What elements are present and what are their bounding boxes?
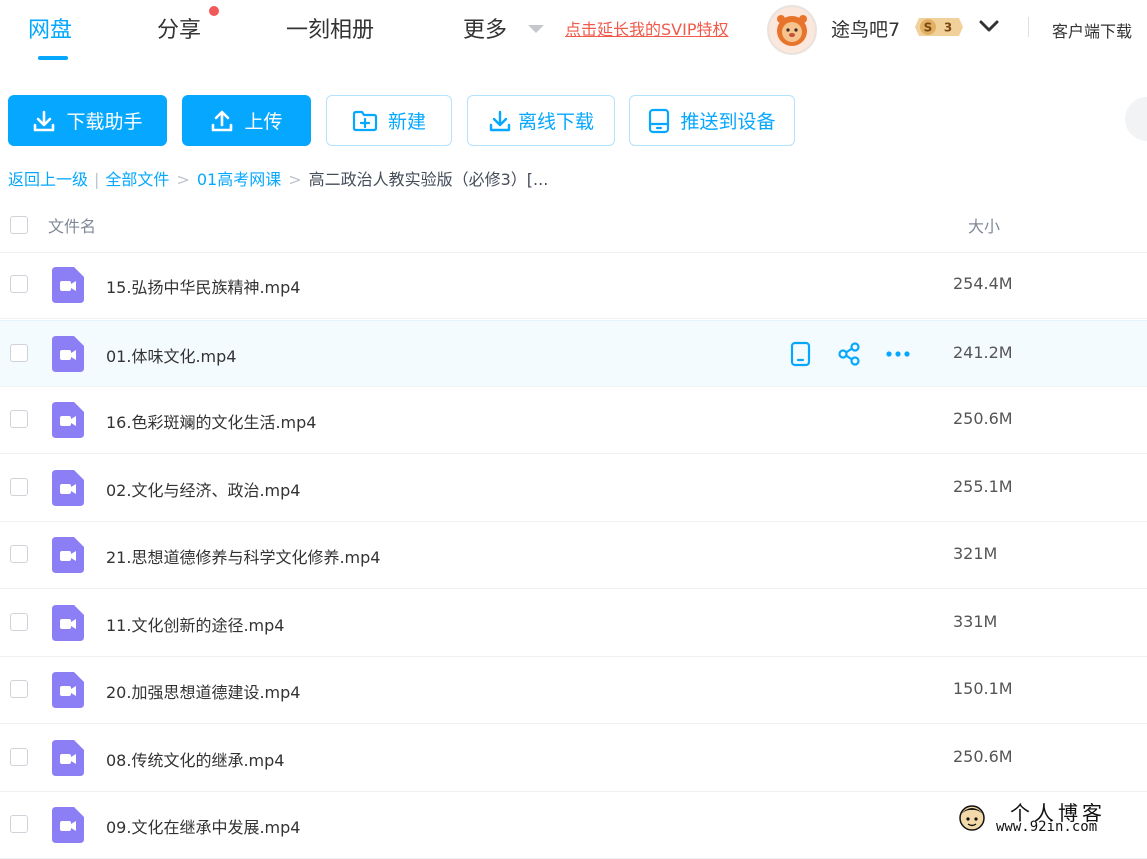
row-checkbox[interactable] [10,748,28,766]
watermark-face-icon [959,805,985,831]
video-file-icon [52,740,84,776]
file-list-header: 文件名 大小 [0,200,1147,253]
avatar[interactable] [767,5,817,55]
column-header-name[interactable]: 文件名 [48,213,96,237]
watermark-url: www.92in.com [996,819,1098,835]
download-icon [32,109,56,133]
file-size: 331M [953,612,998,631]
file-size: 250.6M [953,409,1013,428]
breadcrumb-separator-icon: > [288,170,302,189]
row-checkbox[interactable] [10,815,28,833]
top-nav: 网盘 分享 一刻相册 更多 点击延长我的SVIP特权 途鸟吧7 S 3 客户端下… [0,0,1147,74]
new-folder-button[interactable]: 新建 [326,95,452,146]
file-row[interactable]: 16.色彩斑斓的文化生活.mp4 250.6M [0,387,1147,454]
video-file-icon [52,402,84,438]
svip-level-badge: S 3 [915,18,963,36]
row-checkbox[interactable] [10,478,28,496]
row-checkbox[interactable] [10,344,28,362]
push-to-device-label: 推送到设备 [680,111,776,133]
video-file-icon [52,807,84,843]
active-tab-indicator [38,56,68,60]
file-name[interactable]: 08.传统文化的继承.mp4 [106,747,284,771]
svip-level: 3 [944,21,952,35]
breadcrumb: 返回上一级 | 全部文件 >01高考网课 > 高二政治人教实验版（必修3）[... [8,166,548,190]
avatar-lion-icon [769,7,815,53]
more-tools-button[interactable] [1125,97,1147,141]
file-name[interactable]: 21.思想道德修养与科学文化修养.mp4 [106,544,380,568]
notification-dot [209,6,219,16]
file-size: 150.1M [953,679,1013,698]
video-file-icon [52,605,84,641]
file-row[interactable]: 02.文化与经济、政治.mp4 255.1M [0,455,1147,522]
file-row[interactable]: 15.弘扬中华民族精神.mp4 254.4M [0,252,1147,319]
breadcrumb-divider: | [94,170,100,189]
select-all-checkbox[interactable] [10,216,28,234]
breadcrumb-current: 高二政治人教实验版（必修3）[... [308,170,549,189]
file-name[interactable]: 01.体味文化.mp4 [106,343,236,367]
file-size: 254.4M [953,274,1013,293]
svip-letter: S [924,21,933,35]
row-checkbox[interactable] [10,275,28,293]
file-row[interactable]: 08.传统文化的继承.mp4 250.6M [0,725,1147,792]
tab-netdisk[interactable]: 网盘 [28,12,72,44]
row-checkbox[interactable] [10,680,28,698]
caret-down-icon[interactable] [528,25,544,33]
video-file-icon [52,267,84,303]
share-icon[interactable] [836,341,884,367]
column-header-size[interactable]: 大小 [968,213,1000,237]
file-name[interactable]: 16.色彩斑斓的文化生活.mp4 [106,409,316,433]
file-size: 255.1M [953,477,1013,496]
breadcrumb-folder[interactable]: 01高考网课 [197,170,281,189]
row-actions [788,341,932,367]
file-size: 250.6M [953,747,1013,766]
svip-promo-link[interactable]: 点击延长我的SVIP特权 [565,16,728,40]
file-name[interactable]: 09.文化在继承中发展.mp4 [106,814,300,838]
video-file-icon [52,336,84,372]
push-device-icon[interactable] [788,341,836,367]
file-row[interactable]: 11.文化创新的途径.mp4 331M [0,590,1147,657]
breadcrumb-all-files[interactable]: 全部文件 [105,170,169,189]
more-options-icon[interactable] [884,341,932,367]
file-row[interactable]: 01.体味文化.mp4 241.2M [0,320,1147,387]
row-checkbox[interactable] [10,545,28,563]
chevron-down-icon[interactable] [978,17,1000,35]
video-file-icon [52,672,84,708]
file-row[interactable]: 21.思想道德修养与科学文化修养.mp4 321M [0,522,1147,589]
offline-download-label: 离线下载 [517,111,594,133]
watermark: 个人博客 www.92in.com [952,795,1147,840]
breadcrumb-back-link[interactable]: 返回上一级 [8,170,88,189]
upload-icon [210,109,234,133]
file-size: 241.2M [953,343,1013,362]
file-row[interactable]: 20.加强思想道德建设.mp4 150.1M [0,657,1147,724]
upload-button[interactable]: 上传 [182,95,311,146]
video-file-icon [52,470,84,506]
file-name[interactable]: 11.文化创新的途径.mp4 [106,612,284,636]
tab-more[interactable]: 更多 [463,12,507,44]
file-size: 321M [953,544,998,563]
download-helper-button[interactable]: 下载助手 [8,95,167,146]
file-name[interactable]: 15.弘扬中华民族精神.mp4 [106,274,300,298]
tab-share[interactable]: 分享 [157,12,201,44]
breadcrumb-separator-icon: > [176,170,190,189]
upload-label: 上传 [244,111,283,133]
new-folder-icon [352,109,378,133]
device-icon [648,108,670,134]
download-helper-label: 下载助手 [66,111,143,133]
username[interactable]: 途鸟吧7 [831,15,900,42]
new-folder-label: 新建 [387,111,426,133]
offline-download-icon [488,109,512,133]
client-download-link[interactable]: 客户端下载 [1052,18,1132,42]
tab-moment-album[interactable]: 一刻相册 [286,12,374,44]
video-file-icon [52,537,84,573]
push-to-device-button[interactable]: 推送到设备 [629,95,795,146]
file-name[interactable]: 02.文化与经济、政治.mp4 [106,477,300,501]
file-name[interactable]: 20.加强思想道德建设.mp4 [106,679,300,703]
offline-download-button[interactable]: 离线下载 [467,95,615,146]
nav-divider [1028,17,1029,37]
row-checkbox[interactable] [10,613,28,631]
row-checkbox[interactable] [10,410,28,428]
